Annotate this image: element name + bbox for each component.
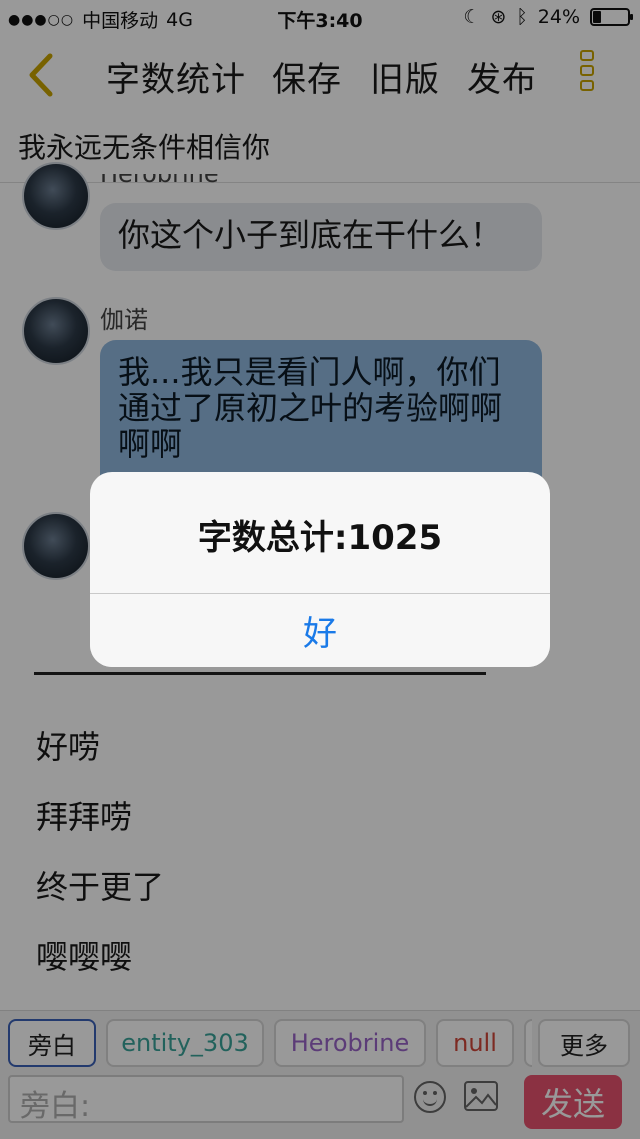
alert-ok-button[interactable]: 好 bbox=[90, 594, 550, 667]
word-count-alert: 字数总计:1025 好 bbox=[90, 472, 550, 667]
alert-title: 字数总计:1025 bbox=[197, 518, 443, 558]
